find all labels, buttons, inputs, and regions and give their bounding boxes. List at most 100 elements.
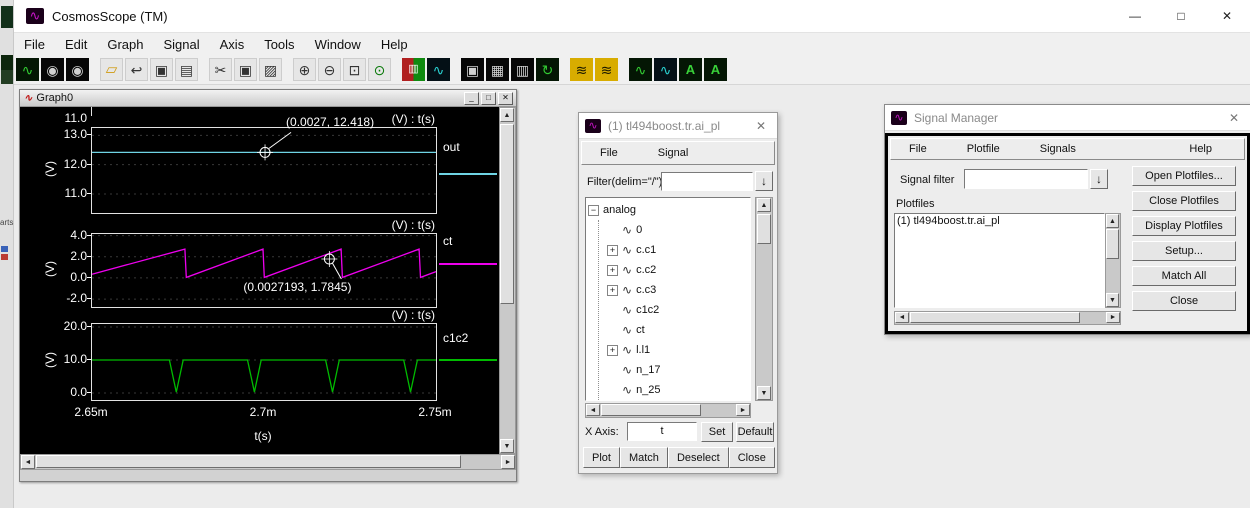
marker-icon-2[interactable]: ∿ (654, 58, 677, 81)
scrollbar-thumb[interactable] (910, 312, 1080, 323)
graph-window-titlebar[interactable]: ∿ Graph0 _ □ ✕ (20, 90, 516, 107)
scroll-left-button[interactable]: ◄ (21, 455, 35, 469)
tree-horizontal-scrollbar[interactable]: ◄ ► (585, 403, 751, 418)
plotfiles-list[interactable]: (1) tl494boost.tr.ai_pl (894, 213, 1105, 308)
browser-menu-signal[interactable]: Signal (648, 145, 699, 161)
scrollbar-thumb[interactable] (500, 124, 514, 304)
tree-item-c1c2[interactable]: ∿ c1c2 (607, 300, 750, 320)
expand-icon[interactable]: + (607, 264, 618, 276)
scroll-up-button[interactable]: ▲ (1106, 214, 1119, 228)
menu-help[interactable]: Help (371, 35, 418, 54)
menu-axis[interactable]: Axis (210, 35, 255, 54)
zoom-box-icon[interactable]: ⊡ (343, 58, 366, 81)
zoom-fit-icon[interactable]: ⊙ (368, 58, 391, 81)
manager-menu-plotfile[interactable]: Plotfile (957, 141, 1010, 157)
scrollbar-thumb[interactable] (757, 214, 771, 244)
browser-deselect-button[interactable]: Deselect (667, 447, 729, 468)
scroll-right-button[interactable]: ► (1106, 312, 1120, 323)
redraw-icon[interactable]: ↻ (536, 58, 559, 81)
paste-icon[interactable]: ▨ (259, 58, 282, 81)
manager-close-button[interactable]: Close (1132, 291, 1236, 311)
scrollbar-thumb[interactable] (1106, 229, 1119, 259)
plotfiles-horizontal-scrollbar[interactable]: ◄ ► (894, 311, 1121, 325)
globe-icon-2[interactable]: ◉ (66, 58, 89, 81)
manager-display-plotfiles-button[interactable]: Display Plotfiles (1132, 216, 1236, 236)
menu-window[interactable]: Window (305, 35, 371, 54)
x-axis-value-field[interactable]: t (627, 422, 697, 441)
tree-item-c-c2[interactable]: + ∿ c.c2 (607, 260, 750, 280)
plot-colors-icon[interactable]: ▥ (402, 58, 425, 81)
browser-titlebar[interactable]: ∿ (1) tl494boost.tr.ai_pl ✕ (579, 113, 777, 139)
manager-titlebar[interactable]: ∿ Signal Manager ✕ (885, 105, 1250, 131)
expand-icon[interactable]: + (607, 284, 618, 296)
plot-box-out[interactable] (91, 127, 437, 214)
menu-graph[interactable]: Graph (97, 35, 153, 54)
plotfiles-vertical-scrollbar[interactable]: ▲ ▼ (1105, 213, 1121, 308)
table-icon[interactable]: ▥ (511, 58, 534, 81)
filter-input[interactable] (661, 172, 753, 191)
menu-file[interactable]: File (14, 35, 55, 54)
snapshot-icon[interactable]: ▣ (461, 58, 484, 81)
cut-icon[interactable]: ✂ (209, 58, 232, 81)
manager-open-plotfiles-button[interactable]: Open Plotfiles... (1132, 166, 1236, 186)
scrollbar-thumb[interactable] (36, 455, 461, 468)
label-icon-2[interactable]: A (704, 58, 727, 81)
plot-area[interactable]: (V) : t(s) (V) 13.0 12.0 11.0 (0.0027, 12.418… (20, 107, 499, 454)
save-icon[interactable]: ▣ (150, 58, 173, 81)
scroll-left-button[interactable]: ◄ (895, 312, 909, 323)
maximize-button[interactable]: □ (1158, 0, 1204, 32)
manager-match-all-button[interactable]: Match All (1132, 266, 1236, 286)
scroll-right-button[interactable]: ► (501, 455, 515, 469)
expand-icon[interactable]: + (607, 344, 618, 356)
menu-signal[interactable]: Signal (154, 35, 210, 54)
menu-tools[interactable]: Tools (254, 35, 304, 54)
collapse-expander-icon[interactable]: − (588, 204, 599, 216)
scroll-down-button[interactable]: ▼ (500, 439, 514, 453)
tree-item-n-17[interactable]: ∿ n_17 (607, 360, 750, 380)
scrollbar-thumb[interactable] (601, 404, 701, 416)
browser-match-button[interactable]: Match (619, 447, 668, 468)
tree-item-0[interactable]: ∿ 0 (607, 220, 750, 240)
browser-plot-button[interactable]: Plot (583, 447, 620, 468)
graph-maximize-button[interactable]: □ (481, 91, 496, 105)
browser-close-icon[interactable]: ✕ (751, 119, 771, 133)
label-icon-1[interactable]: A (679, 58, 702, 81)
graph-minimize-button[interactable]: _ (464, 91, 479, 105)
tree-item-c-c1[interactable]: + ∿ c.c1 (607, 240, 750, 260)
tree-item-n-25[interactable]: ∿ n_25 (607, 380, 750, 400)
close-button[interactable]: ✕ (1204, 0, 1250, 32)
zoom-out-icon[interactable]: ⊖ (318, 58, 341, 81)
tree-item-l-l1[interactable]: + ∿ l.l1 (607, 340, 750, 360)
measure-icon-1[interactable]: ≋ (570, 58, 593, 81)
measure-icon-2[interactable]: ≋ (595, 58, 618, 81)
graph-vertical-scrollbar[interactable]: ▲ ▼ (499, 107, 516, 454)
manager-menu-signals[interactable]: Signals (1030, 141, 1086, 157)
set-button[interactable]: Set (701, 422, 733, 442)
zoom-in-icon[interactable]: ⊕ (293, 58, 316, 81)
manager-menu-help[interactable]: Help (1179, 141, 1222, 157)
grid-icon[interactable]: ▦ (486, 58, 509, 81)
plot-box-ct[interactable] (91, 233, 437, 308)
expand-icon[interactable]: + (607, 244, 618, 256)
scroll-up-button[interactable]: ▲ (757, 198, 771, 212)
tree-vertical-scrollbar[interactable]: ▲ ▼ (755, 197, 773, 401)
waveform-window-icon[interactable]: ∿ (427, 58, 450, 81)
signal-filter-dropdown-button[interactable]: ↓ (1090, 169, 1108, 189)
copy-icon[interactable]: ▣ (234, 58, 257, 81)
tree-root-item[interactable]: − analog (588, 200, 750, 220)
browser-close-button[interactable]: Close (728, 447, 775, 468)
tree-item-ct[interactable]: ∿ ct (607, 320, 750, 340)
signal-tree[interactable]: − analog ∿ 0 + ∿ c.c1 + ∿ c.c2 + ∿ c.c3 ∿ c1c2 ∿ ct + ∿ l.l… (585, 197, 751, 401)
scroll-down-button[interactable]: ▼ (757, 386, 771, 400)
marker-icon-1[interactable]: ∿ (629, 58, 652, 81)
scroll-up-button[interactable]: ▲ (500, 108, 514, 122)
manager-close-plotfiles-button[interactable]: Close Plotfiles (1132, 191, 1236, 211)
signal-filter-input[interactable] (964, 169, 1088, 189)
graph-close-button[interactable]: ✕ (498, 91, 513, 105)
scroll-right-button[interactable]: ► (736, 404, 750, 416)
minimize-button[interactable]: — (1112, 0, 1158, 32)
manager-setup-button[interactable]: Setup... (1132, 241, 1236, 261)
graph-horizontal-scrollbar[interactable]: ◄ ► (20, 454, 516, 470)
waveform-display-icon[interactable]: ∿ (16, 58, 39, 81)
open-plotfiles-icon[interactable]: ▱ (100, 58, 123, 81)
